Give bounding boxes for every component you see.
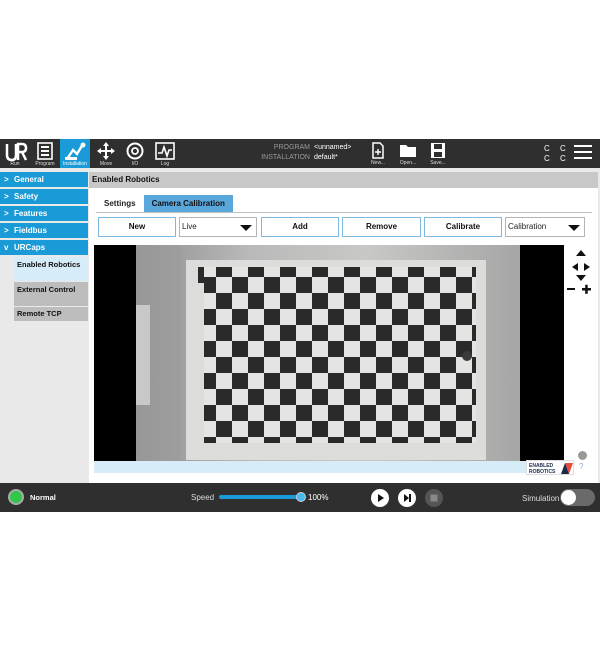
enabled-robotics-logo: ENABLED ROBOTICS — [526, 460, 574, 475]
arrow-right-icon — [584, 263, 590, 271]
status-text: Normal — [30, 493, 56, 502]
nav-program[interactable]: Program — [30, 139, 60, 168]
log-icon — [155, 142, 175, 160]
chevron-down-icon: v — [4, 243, 9, 252]
simulation-toggle[interactable] — [560, 489, 595, 506]
chevron-right-icon: > — [4, 175, 9, 184]
nav-installation[interactable]: Installation — [60, 139, 90, 168]
speed-slider[interactable] — [219, 495, 301, 499]
new-file-icon — [372, 142, 384, 159]
nav-move[interactable]: Move — [91, 139, 121, 168]
step-button[interactable] — [398, 489, 416, 507]
chevron-down-icon — [240, 225, 252, 231]
source-select[interactable]: Live — [179, 217, 257, 237]
sidebar-item-remote-tcp[interactable]: Remote TCP — [14, 307, 88, 321]
camera-image — [136, 245, 520, 461]
sidebar-item-external-control[interactable]: External Control — [14, 282, 88, 306]
play-icon — [378, 494, 384, 502]
save-button[interactable]: Save... — [425, 139, 451, 168]
remove-button[interactable]: Remove — [342, 217, 421, 237]
tab-settings[interactable]: Settings — [96, 195, 144, 212]
sidebar-item-urcaps[interactable]: v URCaps — [0, 240, 88, 255]
chevron-right-icon: > — [4, 226, 9, 235]
tab-divider — [96, 212, 592, 213]
arrow-down-icon — [576, 275, 586, 281]
main-panel: Enabled Robotics Settings Camera Calibra… — [89, 172, 598, 516]
io-icon — [126, 142, 144, 160]
chevron-down-icon — [568, 225, 580, 231]
sidebar-item-features[interactable]: > Features — [0, 206, 88, 221]
camera-footer — [94, 461, 564, 473]
bottom-bar: Normal Speed 100% Simulation — [0, 483, 600, 512]
nav-run[interactable]: Run — [2, 139, 28, 168]
speed-label: Speed — [191, 493, 215, 502]
installation-key: INSTALLATION — [261, 154, 310, 161]
toggle-knob — [561, 490, 576, 505]
sidebar-item-general[interactable]: > General — [0, 172, 88, 187]
nav-log[interactable]: Log — [150, 139, 180, 168]
sidebar-item-fieldbus[interactable]: > Fieldbus — [0, 223, 88, 238]
tab-camera-calibration[interactable]: Camera Calibration — [143, 195, 233, 212]
nav-io[interactable]: I/O — [120, 139, 150, 168]
sidebar-item-safety[interactable]: > Safety — [0, 189, 88, 204]
program-icon — [37, 142, 53, 160]
help-icon[interactable]: ? — [579, 462, 583, 471]
arrow-up-icon — [576, 250, 586, 256]
open-button[interactable]: Open... — [395, 139, 421, 168]
chevron-right-icon: > — [4, 192, 9, 201]
arrow-left-icon — [572, 263, 578, 271]
speed-value: 100% — [308, 493, 329, 502]
stop-button[interactable] — [425, 489, 443, 507]
mode-select[interactable]: Calibration — [505, 217, 585, 237]
program-key: PROGRAM — [273, 144, 310, 151]
simulation-label: Simulation — [522, 494, 560, 503]
step-forward-icon — [404, 494, 411, 502]
sidebar-item-enabled-robotics[interactable]: Enabled Robotics — [14, 257, 88, 281]
robot-app: Run Program Installation Move I/O Log PR… — [0, 139, 600, 516]
camera-view[interactable] — [94, 245, 564, 473]
installation-icon — [65, 142, 86, 160]
zoom-out-icon — [567, 288, 575, 290]
indicator-dot — [578, 451, 587, 460]
speed-slider-thumb[interactable] — [296, 492, 306, 502]
calibrate-button[interactable]: Calibrate — [424, 217, 502, 237]
chevron-right-icon: > — [4, 209, 9, 218]
hamburger-menu-icon[interactable] — [574, 145, 592, 161]
move-icon — [97, 142, 115, 160]
stop-icon — [430, 494, 438, 502]
view-controls — [566, 250, 596, 300]
program-info: PROGRAM <unnamed> INSTALLATION default* — [250, 143, 362, 163]
save-icon — [431, 143, 445, 158]
cc-indicator: C C C C — [544, 144, 570, 163]
status-indicator-icon[interactable] — [8, 489, 24, 505]
page-title: Enabled Robotics — [89, 172, 598, 188]
new-calibration-button[interactable]: New — [98, 217, 176, 237]
add-button[interactable]: Add — [261, 217, 339, 237]
zoom-in-icon — [582, 284, 591, 294]
top-bar: Run Program Installation Move I/O Log PR… — [0, 139, 600, 168]
svg-text:ROBOTICS: ROBOTICS — [529, 469, 556, 475]
play-button[interactable] — [371, 489, 389, 507]
program-name: <unnamed> — [314, 144, 352, 151]
new-button[interactable]: New... — [365, 139, 391, 168]
checkerboard-image — [136, 245, 486, 461]
installation-name: default* — [314, 154, 338, 161]
sidebar: > General > Safety > Features > Fieldbus v UR… — [0, 172, 88, 322]
open-folder-icon — [400, 145, 416, 157]
tab-bar: Settings Camera Calibration — [96, 195, 233, 212]
